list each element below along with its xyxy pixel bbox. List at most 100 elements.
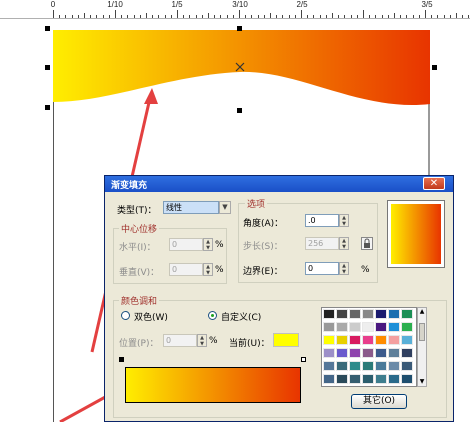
center-offset-label: 中心位移 xyxy=(119,222,160,235)
palette-swatch[interactable] xyxy=(401,348,413,358)
palette-swatch[interactable] xyxy=(349,361,361,371)
scroll-thumb[interactable] xyxy=(419,323,425,341)
selection-handle[interactable] xyxy=(45,105,50,110)
edge-input[interactable]: 0 xyxy=(305,262,339,275)
position-value: 0 xyxy=(166,336,172,345)
palette-swatch[interactable] xyxy=(336,374,348,384)
steps-spinner[interactable]: ▲ ▼ xyxy=(339,237,349,250)
dialog-titlebar[interactable]: 渐变填充 ✕ xyxy=(105,176,453,192)
palette-swatch[interactable] xyxy=(388,322,400,332)
gradient-preview[interactable] xyxy=(387,200,445,268)
steps-label: 步长(S)： xyxy=(243,242,283,252)
palette-swatch[interactable] xyxy=(375,322,387,332)
palette-swatch[interactable] xyxy=(401,322,413,332)
steps-input[interactable]: 256 xyxy=(305,237,339,250)
type-label: 类型(T)： xyxy=(117,206,157,216)
options-label: 选项 xyxy=(245,197,268,210)
scroll-up-icon[interactable]: ▲ xyxy=(418,308,426,315)
palette-swatch[interactable] xyxy=(323,374,335,384)
palette-swatch[interactable] xyxy=(375,335,387,345)
position-label: 位置(P)： xyxy=(119,339,159,349)
horizontal-input[interactable]: 0 xyxy=(169,238,203,251)
angle-spinner[interactable]: ▲ ▼ xyxy=(339,214,349,227)
palette-swatch[interactable] xyxy=(323,309,335,319)
percent-unit: % xyxy=(361,265,370,275)
selection-handle[interactable] xyxy=(237,108,242,113)
gradient-blend-bar[interactable] xyxy=(125,367,301,403)
position-input[interactable]: 0 xyxy=(163,334,197,347)
horizontal-spinner[interactable]: ▲ ▼ xyxy=(203,238,213,251)
position-spinner[interactable]: ▲ ▼ xyxy=(197,334,207,347)
two-color-radio[interactable] xyxy=(121,311,130,320)
palette-swatch[interactable] xyxy=(323,361,335,371)
start-marker[interactable] xyxy=(119,357,124,362)
palette-swatch[interactable] xyxy=(401,335,413,345)
palette-swatch[interactable] xyxy=(362,361,374,371)
close-icon: ✕ xyxy=(429,178,439,189)
close-button[interactable]: ✕ xyxy=(423,177,445,190)
others-button[interactable]: 其它(O) xyxy=(351,394,407,409)
current-color-swatch[interactable] xyxy=(273,333,299,347)
vertical-value: 0 xyxy=(172,265,178,274)
palette-swatch[interactable] xyxy=(349,335,361,345)
palette-swatch[interactable] xyxy=(336,335,348,345)
lock-icon[interactable] xyxy=(361,237,373,250)
type-dropdown-arrow-icon[interactable]: ▼ xyxy=(219,201,231,214)
palette-swatch[interactable] xyxy=(362,335,374,345)
palette-swatch[interactable] xyxy=(388,309,400,319)
palette-swatch[interactable] xyxy=(362,309,374,319)
palette-swatch[interactable] xyxy=(375,309,387,319)
palette-swatch[interactable] xyxy=(362,348,374,358)
color-palette[interactable] xyxy=(321,307,417,387)
preview-fill xyxy=(391,204,441,264)
vertical-label: 垂直(V)： xyxy=(119,268,160,278)
two-color-label: 双色(W) xyxy=(134,313,168,323)
steps-value: 256 xyxy=(308,239,324,248)
palette-swatch[interactable] xyxy=(401,309,413,319)
palette-swatch[interactable] xyxy=(388,348,400,358)
angle-label: 角度(A)： xyxy=(243,219,284,229)
palette-swatch[interactable] xyxy=(388,335,400,345)
vertical-input[interactable]: 0 xyxy=(169,263,203,276)
palette-swatch[interactable] xyxy=(336,309,348,319)
angle-input[interactable]: .0 xyxy=(305,214,339,227)
selection-handle[interactable] xyxy=(45,26,50,31)
palette-swatch[interactable] xyxy=(336,322,348,332)
palette-scrollbar[interactable]: ▲ ▼ xyxy=(417,307,427,387)
palette-swatch[interactable] xyxy=(323,348,335,358)
scroll-down-icon[interactable]: ▼ xyxy=(418,378,426,385)
palette-swatch[interactable] xyxy=(362,374,374,384)
palette-swatch[interactable] xyxy=(349,374,361,384)
percent-unit: % xyxy=(215,240,224,250)
palette-swatch[interactable] xyxy=(336,348,348,358)
percent-unit: % xyxy=(209,336,218,346)
palette-swatch[interactable] xyxy=(336,361,348,371)
fountain-fill-dialog: 渐变填充 ✕ 类型(T)： 线性 ▼ 中心位移 水平(I)： 0 ▲ ▼ % 垂直… xyxy=(104,175,454,422)
palette-swatch[interactable] xyxy=(362,322,374,332)
others-button-label: 其它(O) xyxy=(362,396,396,406)
end-marker[interactable] xyxy=(301,357,306,362)
palette-swatch[interactable] xyxy=(375,348,387,358)
edge-value: 0 xyxy=(308,264,314,273)
edge-spinner[interactable]: ▲ ▼ xyxy=(339,262,349,275)
color-blend-label: 颜色调和 xyxy=(119,294,160,307)
palette-swatch[interactable] xyxy=(401,361,413,371)
palette-swatch[interactable] xyxy=(401,374,413,384)
current-label: 当前(U)： xyxy=(229,339,270,349)
palette-swatch[interactable] xyxy=(388,374,400,384)
palette-swatch[interactable] xyxy=(323,322,335,332)
palette-swatch[interactable] xyxy=(388,361,400,371)
palette-swatch[interactable] xyxy=(323,335,335,345)
custom-radio[interactable] xyxy=(208,311,217,320)
selection-handle[interactable] xyxy=(45,65,50,70)
vertical-spinner[interactable]: ▲ ▼ xyxy=(203,263,213,276)
percent-unit: % xyxy=(215,265,224,275)
palette-swatch[interactable] xyxy=(375,361,387,371)
palette-swatch[interactable] xyxy=(375,374,387,384)
selection-handle[interactable] xyxy=(237,26,242,31)
palette-swatch[interactable] xyxy=(349,309,361,319)
type-select[interactable]: 线性 xyxy=(163,201,219,214)
selection-handle[interactable] xyxy=(432,65,437,70)
palette-swatch[interactable] xyxy=(349,348,361,358)
palette-swatch[interactable] xyxy=(349,322,361,332)
